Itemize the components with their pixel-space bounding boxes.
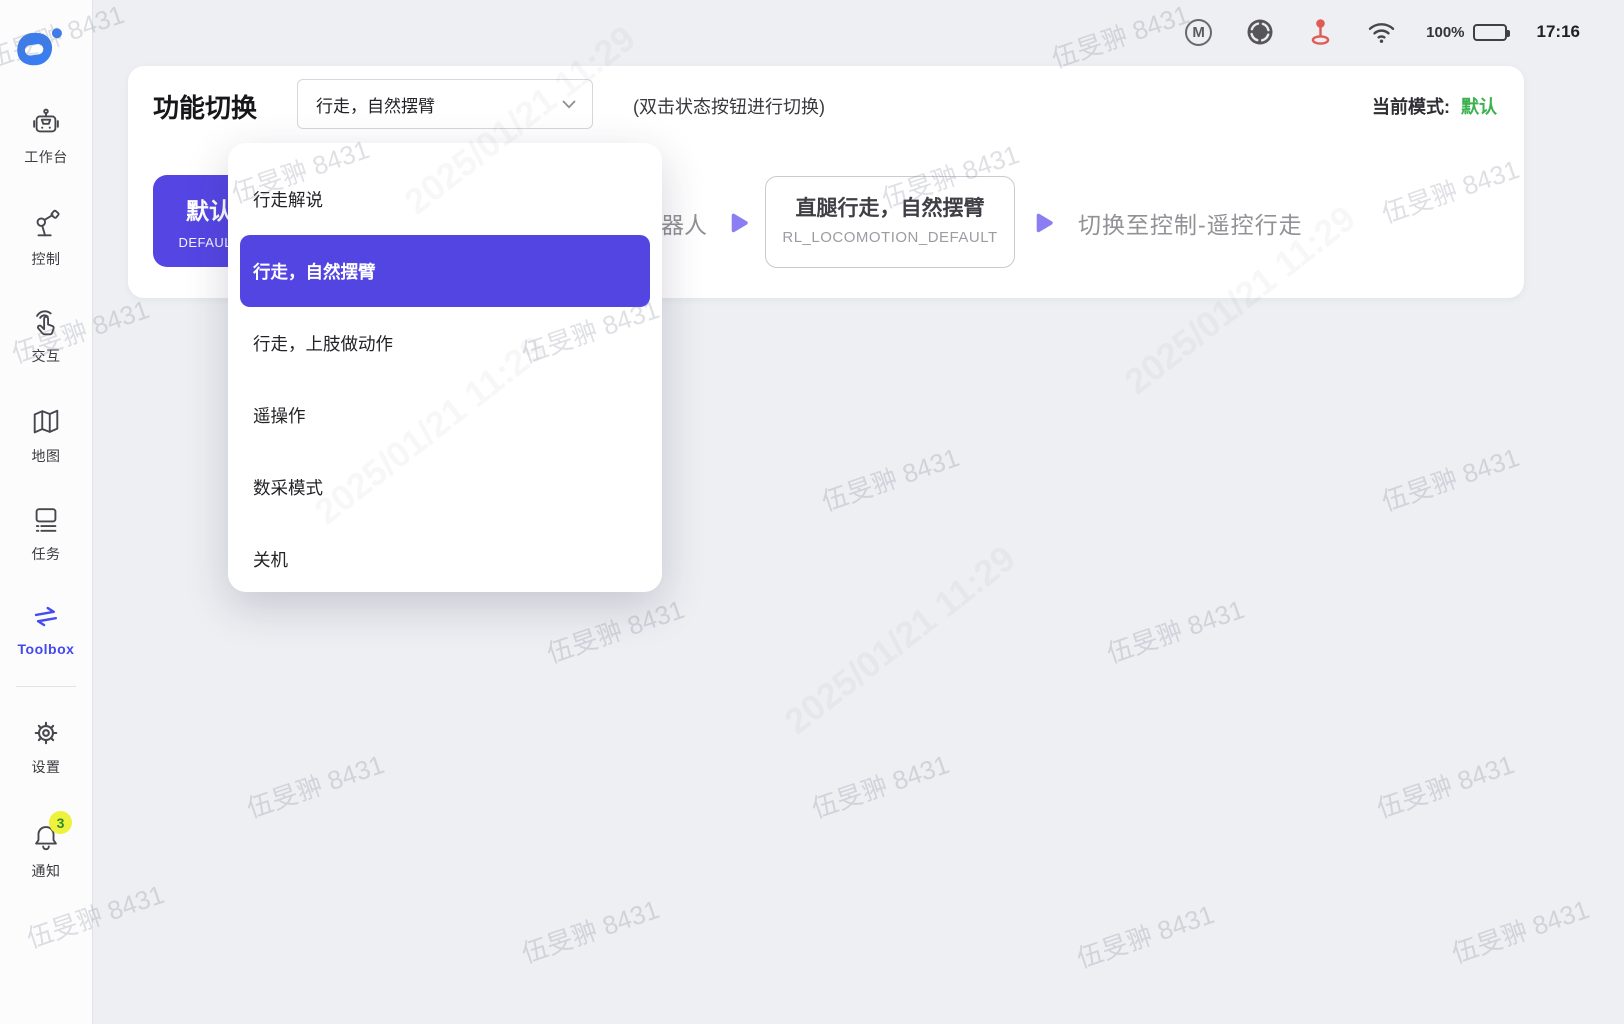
robot-icon — [29, 106, 63, 140]
switch-action-label: 切换至控制-遥控行走 — [1078, 206, 1303, 240]
state-box-code: RL_LOCOMOTION_DEFAULT — [766, 229, 1014, 246]
watermark-text: 伍旻翀 8431 — [241, 744, 388, 826]
sidebar-divider — [16, 686, 76, 687]
mode-select-value: 行走，自然摆臂 — [316, 92, 562, 117]
notification-badge: 3 — [49, 811, 72, 834]
current-mode-value: 默认 — [1461, 97, 1497, 117]
location-pin-icon[interactable] — [1308, 17, 1333, 47]
dropdown-item-teleoperation[interactable]: 遥操作 — [228, 379, 662, 451]
map-icon — [29, 405, 63, 439]
watermark-text: 伍旻翀 8431 — [1446, 889, 1593, 971]
sidebar-item-label: 任务 — [32, 544, 61, 564]
booster-logo-icon — [10, 24, 68, 74]
current-mode: 当前模式: 默认 — [1372, 93, 1497, 119]
watermark-text: 伍旻翀 8431 — [1101, 589, 1248, 671]
dropdown-item-walk-upper-limb-motion[interactable]: 行走，上肢做动作 — [228, 307, 662, 379]
dropdown-item-data-collection-mode[interactable]: 数采模式 — [228, 451, 662, 523]
robot-arm-icon — [29, 208, 63, 242]
dropdown-item-walk-natural-arm-swing[interactable]: 行走，自然摆臂 — [240, 235, 650, 307]
default-mode-zh: 默认 — [186, 192, 232, 226]
watermark-text: 伍旻翀 8431 — [1371, 744, 1518, 826]
sidebar-item-interaction[interactable]: 交互 — [0, 305, 92, 366]
covered-step-label: 器人 — [661, 206, 707, 240]
sidebar-item-notifications[interactable]: 3 通知 — [0, 820, 92, 881]
status-bar: M 100% 17:16 — [92, 0, 1624, 64]
locomotion-state-button[interactable]: 直腿行走，自然摆臂 RL_LOCOMOTION_DEFAULT — [765, 176, 1015, 268]
flow-arrow-icon — [728, 212, 749, 240]
gear-icon — [29, 716, 63, 750]
tasks-icon — [29, 503, 63, 537]
sidebar-item-control[interactable]: 控制 — [0, 208, 92, 269]
sidebar-item-label: 交互 — [32, 346, 61, 366]
dropdown-item-walk-narration[interactable]: 行走解说 — [228, 163, 662, 235]
double-click-hint: (双击状态按钮进行切换) — [633, 93, 825, 119]
battery-icon — [1473, 24, 1507, 41]
mode-select[interactable]: 行走，自然摆臂 — [297, 79, 593, 129]
sidebar-item-label: 地图 — [32, 446, 61, 466]
state-box-title: 直腿行走，自然摆臂 — [766, 192, 1014, 222]
sidebar: 工作台 控制 交互 地图 — [0, 0, 92, 1024]
watermark-text: 伍旻翀 8431 — [806, 744, 953, 826]
watermark-text: 伍旻翀 8431 — [541, 589, 688, 671]
sidebar-item-label: 控制 — [32, 249, 61, 269]
current-mode-label: 当前模式: — [1372, 97, 1450, 117]
bell-icon: 3 — [29, 820, 63, 854]
wifi-icon — [1367, 20, 1396, 44]
dropdown-item-shutdown[interactable]: 关机 — [228, 523, 662, 595]
mode-m-icon[interactable]: M — [1185, 19, 1212, 46]
swap-arrows-icon — [26, 597, 65, 636]
touch-icon — [29, 305, 63, 339]
sidebar-item-label: 通知 — [32, 861, 61, 881]
watermark-text: 伍旻翀 8431 — [1376, 437, 1523, 519]
watermark-timestamp-text: 2025/01/21 11:29 — [777, 537, 1024, 743]
clock-time: 17:16 — [1537, 22, 1580, 42]
page-title: 功能切换 — [153, 88, 257, 125]
shutter-icon[interactable] — [1246, 18, 1274, 46]
mode-dropdown: 行走解说 行走，自然摆臂 行走，上肢做动作 遥操作 数采模式 关机 — [228, 143, 662, 592]
watermark-text: 伍旻翀 8431 — [816, 437, 963, 519]
sidebar-item-tasks[interactable]: 任务 — [0, 503, 92, 564]
sidebar-item-label: 设置 — [32, 757, 61, 777]
sidebar-item-map[interactable]: 地图 — [0, 405, 92, 466]
sidebar-item-settings[interactable]: 设置 — [0, 716, 92, 777]
flow-arrow-icon — [1033, 212, 1054, 240]
watermark-text: 伍旻翀 8431 — [516, 889, 663, 971]
sidebar-item-workbench[interactable]: 工作台 — [0, 106, 92, 167]
battery-percent: 100% — [1426, 24, 1464, 41]
sidebar-item-label: 工作台 — [24, 147, 68, 167]
chevron-down-icon — [562, 100, 576, 109]
sidebar-item-toolbox[interactable]: Toolbox — [0, 600, 92, 657]
app-logo[interactable] — [10, 24, 68, 74]
watermark-text: 伍旻翀 8431 — [1071, 894, 1218, 976]
sidebar-item-label: Toolbox — [18, 641, 75, 657]
